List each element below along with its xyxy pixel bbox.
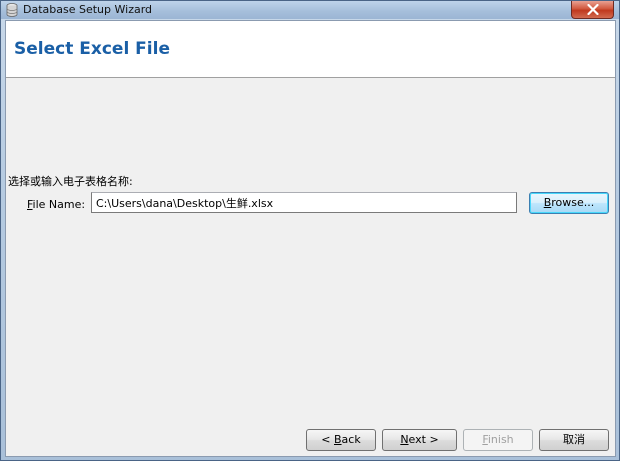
cancel-button[interactable]: 取消 <box>539 429 609 451</box>
page-title: Select Excel File <box>14 39 170 59</box>
file-name-input[interactable] <box>91 192 517 213</box>
close-icon <box>587 4 599 15</box>
database-icon <box>4 2 20 18</box>
wizard-client-area: Select Excel File 选择或输入电子表格名称: File Name… <box>5 20 616 457</box>
spreadsheet-prompt-label: 选择或输入电子表格名称: <box>8 175 133 188</box>
back-mnemonic: B <box>334 433 342 446</box>
close-button[interactable] <box>571 1 614 19</box>
title-bar[interactable]: Database Setup Wizard <box>1 1 619 19</box>
wizard-header: Select Excel File <box>6 21 615 78</box>
back-button[interactable]: < Back <box>306 429 376 451</box>
window-title: Database Setup Wizard <box>23 3 153 16</box>
file-name-label-text: ile Name: <box>32 198 86 211</box>
wizard-window: Database Setup Wizard Select Excel File … <box>0 0 620 461</box>
file-name-label: File Name: <box>27 198 85 211</box>
browse-label: rowse... <box>551 196 595 209</box>
finish-label: inish <box>487 433 514 446</box>
finish-button[interactable]: Finish <box>463 429 533 451</box>
browse-button[interactable]: Browse... <box>529 192 609 214</box>
back-label: ack <box>341 433 361 446</box>
back-prefix: < <box>321 433 334 446</box>
next-label: ext > <box>408 433 439 446</box>
next-mnemonic: N <box>400 433 409 446</box>
next-button[interactable]: Next > <box>382 429 457 451</box>
